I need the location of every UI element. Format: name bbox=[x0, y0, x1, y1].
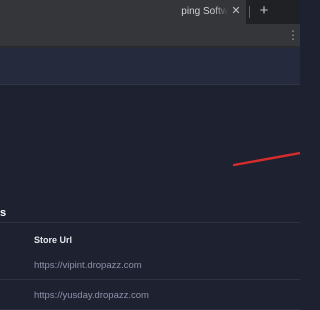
arrow-line bbox=[232, 151, 300, 167]
red-arrow-icon bbox=[232, 151, 300, 167]
